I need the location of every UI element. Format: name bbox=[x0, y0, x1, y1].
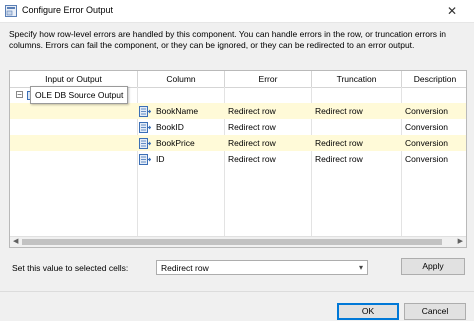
close-button[interactable]: ✕ bbox=[430, 0, 474, 22]
cell-truncation[interactable]: Redirect row bbox=[312, 151, 402, 167]
table-row[interactable]: ID Redirect row Redirect row Conversion bbox=[10, 151, 466, 167]
header-input-or-output[interactable]: Input or Output bbox=[10, 71, 138, 87]
cell-truncation[interactable]: Redirect row bbox=[312, 135, 402, 151]
header-truncation[interactable]: Truncation bbox=[312, 71, 402, 87]
table-row[interactable]: BookPrice Redirect row Redirect row Conv… bbox=[10, 135, 466, 151]
table-row[interactable]: BookName Redirect row Redirect row Conve… bbox=[10, 103, 466, 119]
app-icon bbox=[5, 5, 17, 17]
chevron-down-icon: ▾ bbox=[358, 263, 363, 272]
collapse-toggle[interactable]: − bbox=[16, 91, 23, 99]
cell-column: BookName bbox=[156, 106, 199, 116]
cell-description: Conversion bbox=[405, 106, 448, 116]
header-error[interactable]: Error bbox=[225, 71, 312, 87]
cancel-button[interactable]: Cancel bbox=[404, 303, 466, 320]
scrollbar-thumb[interactable] bbox=[22, 239, 442, 245]
header-column[interactable]: Column bbox=[138, 71, 225, 87]
title-bar: Configure Error Output ✕ bbox=[0, 0, 474, 23]
scroll-left-icon[interactable]: ◀ bbox=[13, 237, 18, 247]
value-dropdown[interactable]: Redirect row ▾ bbox=[156, 260, 368, 275]
apply-button[interactable]: Apply bbox=[401, 258, 465, 275]
cell-description: Conversion bbox=[405, 154, 448, 164]
column-icon bbox=[139, 138, 151, 149]
header-description[interactable]: Description bbox=[402, 71, 466, 87]
set-value-label: Set this value to selected cells: bbox=[12, 263, 129, 273]
cell-error[interactable]: Redirect row bbox=[225, 103, 312, 119]
cell-error[interactable]: Redirect row bbox=[225, 119, 312, 135]
cell-column: BookPrice bbox=[156, 138, 195, 148]
cell-truncation[interactable] bbox=[312, 119, 402, 135]
scroll-right-icon[interactable]: ▶ bbox=[458, 237, 463, 247]
cell-description: Conversion bbox=[405, 122, 448, 132]
cell-error[interactable]: Redirect row bbox=[225, 151, 312, 167]
window-title: Configure Error Output bbox=[22, 5, 114, 15]
footer-divider bbox=[0, 291, 474, 292]
column-icon bbox=[139, 122, 151, 133]
cell-column: BookID bbox=[156, 122, 184, 132]
description-text: Specify how row-level errors are handled… bbox=[9, 29, 447, 50]
column-icon bbox=[139, 106, 151, 117]
ok-button[interactable]: OK bbox=[337, 303, 399, 320]
table-row[interactable]: BookID Redirect row Conversion bbox=[10, 119, 466, 135]
cell-column: ID bbox=[156, 154, 165, 164]
cell-description: Conversion bbox=[405, 138, 448, 148]
cell-truncation[interactable]: Redirect row bbox=[312, 103, 402, 119]
output-name-tooltip: OLE DB Source Output bbox=[30, 86, 129, 104]
cell-error[interactable]: Redirect row bbox=[225, 135, 312, 151]
column-icon bbox=[139, 154, 151, 165]
dropdown-selected-value: Redirect row bbox=[161, 263, 209, 273]
horizontal-scrollbar[interactable]: ◀ ▶ bbox=[10, 236, 466, 247]
